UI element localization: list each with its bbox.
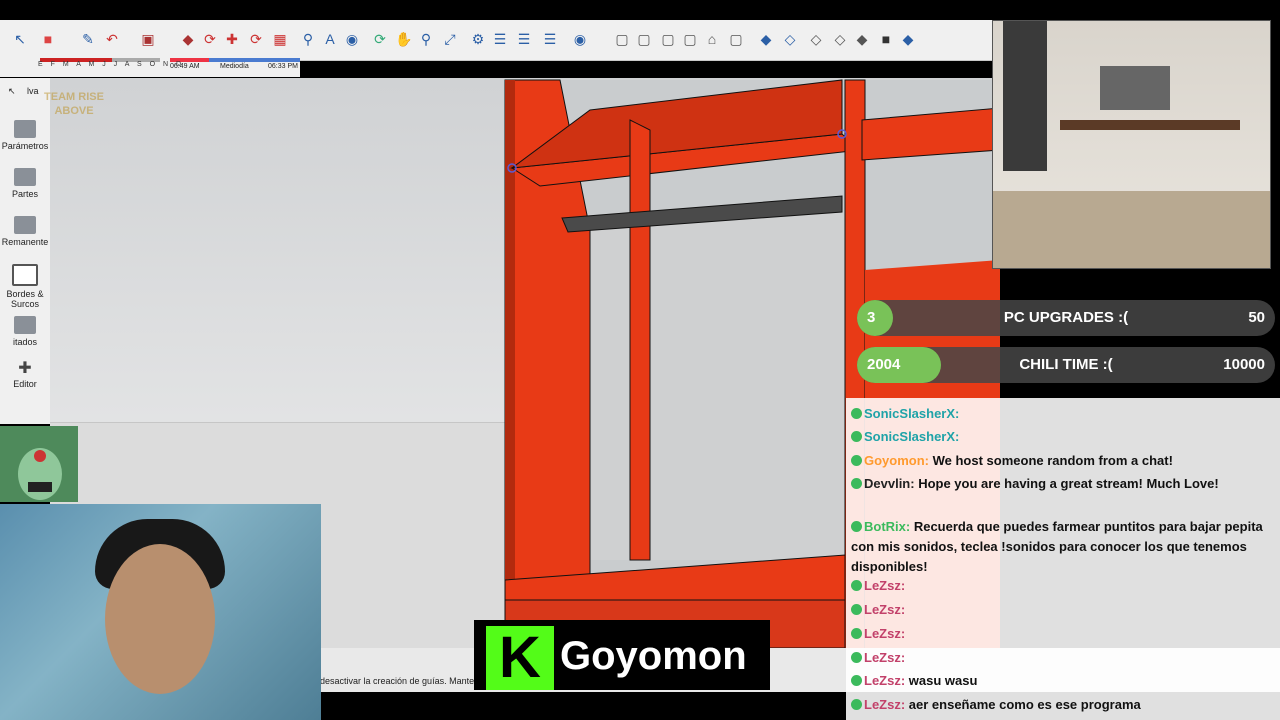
desk-photo-overlay [992,20,1271,269]
chat-username[interactable]: LeZsz: [864,626,905,641]
chat-message: Goyomon: We host someone random from a c… [851,451,1276,471]
avatar-character-icon [0,426,78,502]
goal-bar-chili-time: 2004 CHILI TIME :( 10000 [857,347,1275,383]
chat-username[interactable]: LeZsz: [864,673,905,688]
photo-floor [993,191,1270,268]
chat-message: LeZsz: aer enseñame como es ese programa [851,695,1276,715]
team-logo: TEAM RISE ABOVE [34,30,114,130]
user-badge-icon [851,699,862,710]
chat-message: SonicSlasherX: [851,427,1276,447]
chat-username[interactable]: LeZsz: [864,697,905,712]
user-badge-icon [851,408,862,419]
chat-message: Devvlin: Hope you are having a great str… [851,474,1276,494]
user-badge-icon [851,521,862,532]
status-bar-text: desactivar la creación de guías. Mantene [320,676,480,686]
chat-username[interactable]: SonicSlasherX: [864,406,959,421]
kick-channel-name: Goyomon [560,634,747,678]
webcam-feed [0,504,321,720]
chat-username[interactable]: LeZsz: [864,650,905,665]
chat-text: wasu wasu [905,673,978,688]
user-badge-icon [851,431,862,442]
goal-bar-pc-upgrades: 3 PC UPGRADES :( 50 [857,300,1275,336]
chat-text: Hope you are having a great stream! Much… [914,476,1219,491]
webcam-face [105,544,215,694]
photo-shelf [1003,21,1047,171]
chat-text: aer enseñame como es ese programa [905,697,1141,712]
chat-message: BotRix: Recuerda que puedes farmear punt… [851,517,1276,577]
user-badge-icon [851,628,862,639]
goal-target: 50 [1248,309,1265,326]
user-badge-icon [851,478,862,489]
chat-username[interactable]: LeZsz: [864,578,905,593]
chat-username[interactable]: BotRix: [864,519,910,534]
user-badge-icon [851,652,862,663]
goal-target: 10000 [1223,356,1265,373]
goal-name: CHILI TIME :( [1019,356,1113,373]
photo-laptop [1100,66,1170,110]
user-badge-icon [851,580,862,591]
chat-message: LeZsz: wasu wasu [851,671,1276,691]
photo-desk [1060,120,1240,130]
chat-message: LeZsz: [851,600,1276,620]
kick-logo-letter: K [499,625,541,690]
chat-username[interactable]: Devvlin: [864,476,915,491]
streamer-avatar [0,426,78,502]
chat-username[interactable]: Goyomon: [864,453,929,468]
chat-username[interactable]: SonicSlasherX: [864,429,959,444]
user-badge-icon [851,675,862,686]
kick-logo-icon: K [486,626,554,690]
chat-text: Recuerda que puedes farmear puntitos par… [851,519,1263,574]
chat-username[interactable]: LeZsz: [864,602,905,617]
team-logo-text: TEAM RISE ABOVE [44,91,104,117]
chat-message: SonicSlasherX: [851,404,1276,424]
goal-name: PC UPGRADES :( [1003,309,1129,326]
chat-message: LeZsz: [851,648,1276,668]
chat-message: LeZsz: [851,624,1276,644]
chat-message: LeZsz: [851,576,1276,596]
chat-text: We host someone random from a chat! [929,453,1173,468]
user-badge-icon [851,604,862,615]
user-badge-icon [851,455,862,466]
